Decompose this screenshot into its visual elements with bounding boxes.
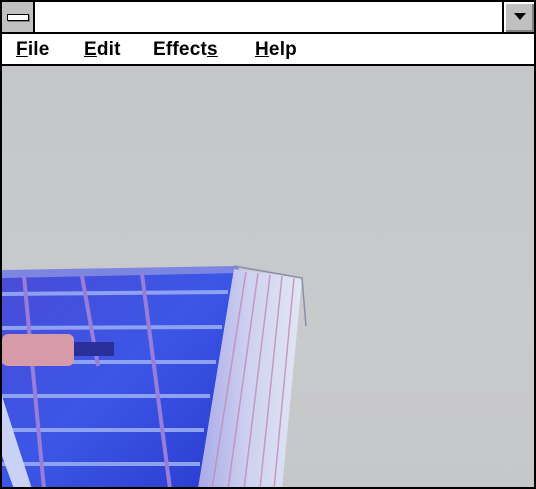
menu-file[interactable]: File	[16, 39, 50, 61]
menu-edit[interactable]: Edit	[84, 39, 121, 61]
minimize-button[interactable]	[502, 2, 534, 32]
photo-image	[2, 265, 307, 487]
menu-effects[interactable]: Effects	[153, 39, 218, 61]
menu-help[interactable]: Help	[255, 39, 297, 61]
menu-bar: File Edit Effects Help	[2, 34, 534, 66]
interior-element	[2, 334, 74, 366]
system-menu-icon	[7, 14, 29, 21]
system-menu-button[interactable]	[2, 2, 35, 32]
building-facade	[2, 269, 234, 487]
app-window: File Edit Effects Help	[0, 0, 536, 489]
image-canvas[interactable]	[2, 66, 534, 487]
title-bar[interactable]	[2, 2, 534, 34]
minimize-arrow-icon	[514, 13, 526, 20]
interior-shadow	[74, 342, 114, 356]
